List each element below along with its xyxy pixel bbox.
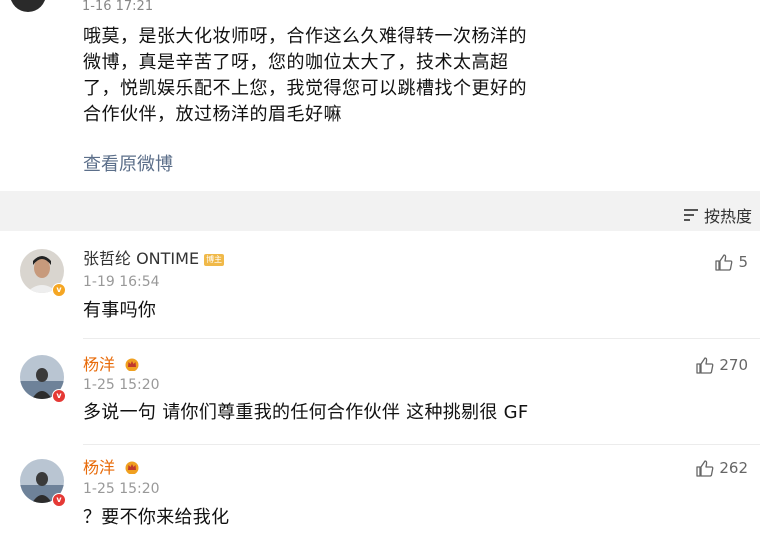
post-text-line: 微博，真是辛苦了呀，您的咖位太大了，技术太高超: [83, 52, 509, 73]
post-author-avatar[interactable]: [10, 0, 46, 12]
like-count: 262: [719, 459, 748, 477]
comment-text: 多说一句 请你们尊重我的任何合作伙伴 这种挑剔很 GF: [83, 402, 529, 423]
blogger-tag: 博主: [204, 254, 225, 266]
like-button[interactable]: 5: [715, 253, 748, 271]
comment-item: v 杨洋 1-25 15:20 ？要不你来给我化 262: [0, 445, 760, 553]
comment-item: v 张哲纶 ONTIME 博主 1-19 16:54 有事吗你 5: [0, 231, 760, 339]
comment-time: 1-19 16:54: [83, 274, 160, 290]
thumbs-up-icon: [696, 356, 714, 374]
thumbs-up-icon: [696, 459, 714, 477]
comment-text: 有事吗你: [83, 300, 157, 321]
verified-red-icon: v: [52, 389, 66, 403]
sort-bar: 按热度: [0, 199, 760, 231]
post-time: 1-16 17:21: [82, 0, 154, 14]
thumbs-up-icon: [715, 253, 733, 271]
post-text-line: 了，悦凯娱乐配不上您，我觉得您可以跳槽找个更好的: [83, 78, 527, 99]
comment-text: ？要不你来给我化: [83, 507, 230, 528]
comment-author[interactable]: 杨洋: [83, 458, 140, 478]
comment-list: v 张哲纶 ONTIME 博主 1-19 16:54 有事吗你 5 v 杨洋 1-…: [0, 231, 760, 553]
sort-by-hot-button[interactable]: 按热度: [683, 203, 752, 227]
like-count: 270: [719, 356, 748, 374]
crown-icon: [125, 461, 139, 474]
comment-time: 1-25 15:20: [83, 377, 160, 393]
comment-item: v 杨洋 1-25 15:20 多说一句 请你们尊重我的任何合作伙伴 这种挑剔很…: [0, 339, 760, 444]
verified-yellow-icon: v: [52, 283, 66, 297]
verified-red-icon: v: [52, 493, 66, 507]
comment-author[interactable]: 杨洋: [83, 355, 140, 375]
author-name: 杨洋: [83, 355, 116, 374]
post-text-line: 哦莫，是张大化妆师呀，合作这么久难得转一次杨洋的: [83, 26, 527, 47]
post-text-line: 合作伙伴，放过杨洋的眉毛好嘛: [83, 104, 342, 125]
original-post: 1-16 17:21 哦莫，是张大化妆师呀，合作这么久难得转一次杨洋的 微博，真…: [0, 0, 760, 191]
like-button[interactable]: 270: [696, 356, 748, 374]
like-button[interactable]: 262: [696, 459, 748, 477]
author-name: 杨洋: [83, 458, 116, 477]
like-count: 5: [738, 253, 748, 271]
sort-label: 按热度: [703, 207, 752, 226]
author-name: 张哲纶 ONTIME: [83, 249, 200, 268]
post-text: 哦莫，是张大化妆师呀，合作这么久难得转一次杨洋的 微博，真是辛苦了呀，您的咖位太…: [83, 24, 563, 128]
view-original-link[interactable]: 查看原微博: [83, 150, 173, 176]
comment-time: 1-25 15:20: [83, 481, 160, 497]
sort-icon: [683, 208, 700, 222]
crown-icon: [125, 358, 139, 371]
comment-author[interactable]: 张哲纶 ONTIME 博主: [83, 249, 225, 269]
